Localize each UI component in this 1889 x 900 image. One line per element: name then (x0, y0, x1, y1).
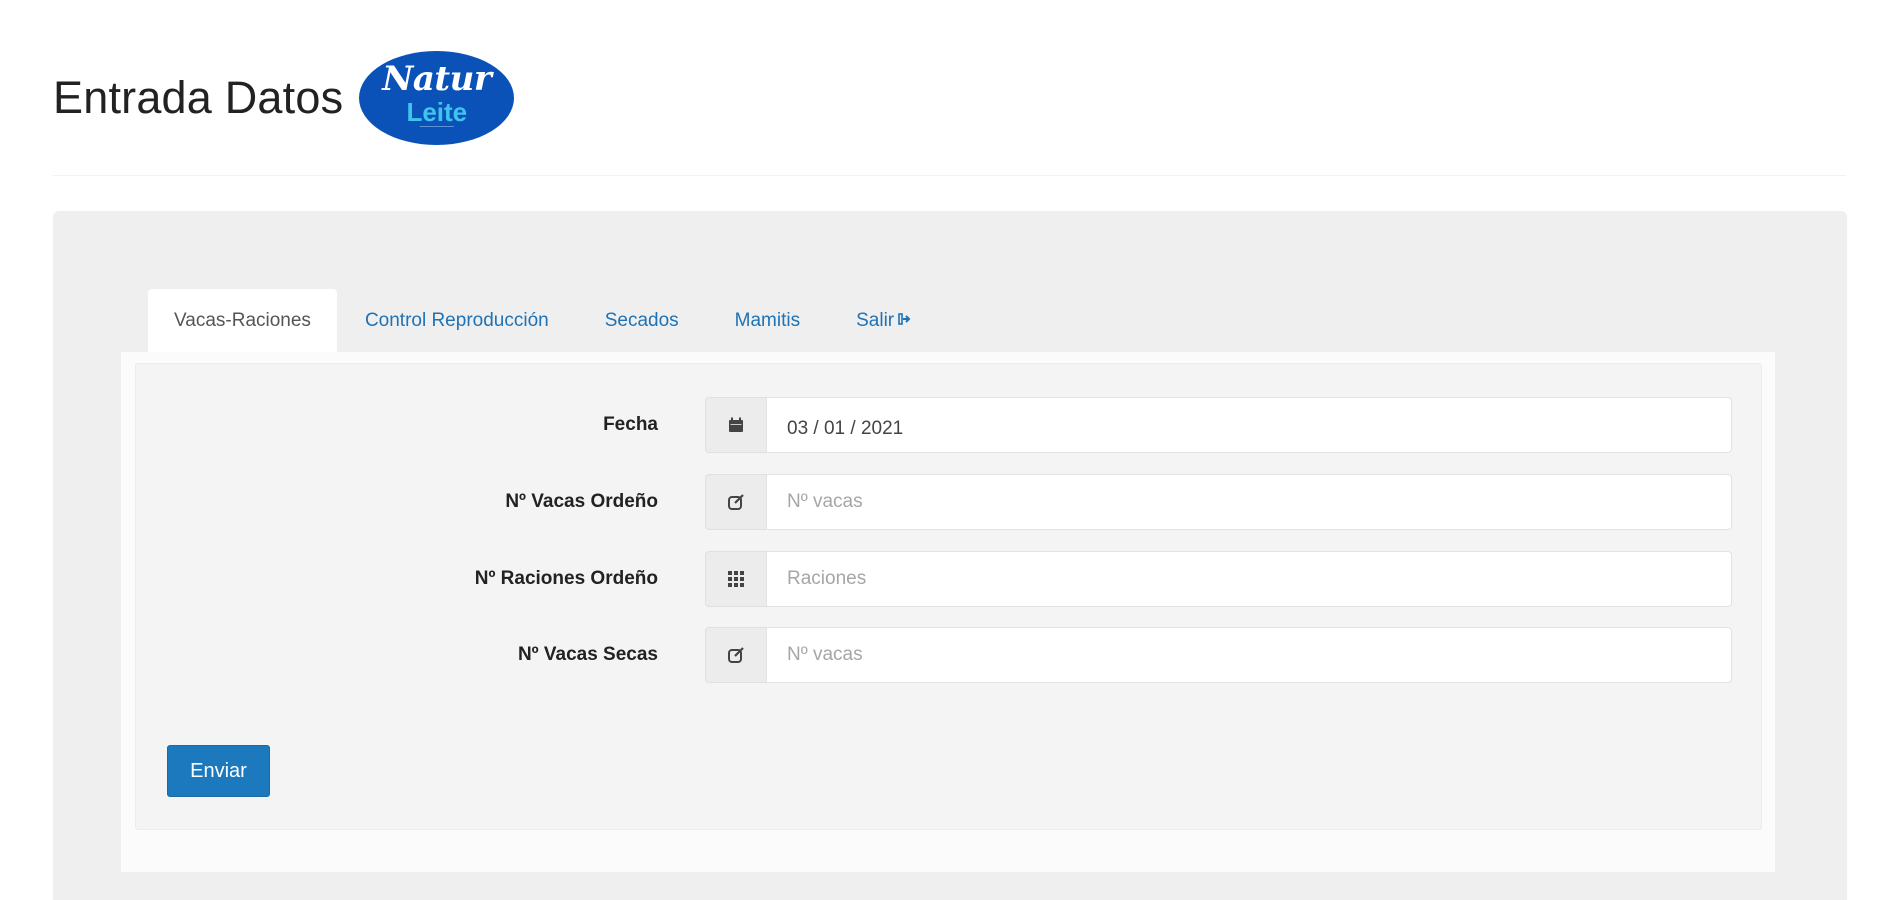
enviar-button[interactable]: Enviar (167, 745, 270, 797)
raciones-ordeno-input[interactable] (766, 551, 1732, 607)
logo-text-natur: Natur (382, 59, 492, 99)
header-divider (53, 175, 1846, 176)
tab-control-reproduccion[interactable]: Control Reproducción (337, 289, 577, 352)
raciones-ordeno-label: Nº Raciones Ordeño (474, 568, 658, 589)
form-row-raciones-ordeno: Nº Raciones Ordeño (135, 551, 1735, 607)
tab-bar: Vacas-Raciones Control Reproducción Seca… (148, 289, 940, 352)
page-header: Entrada Datos Natur Leite ──────── (53, 50, 515, 146)
sign-out-icon (898, 312, 912, 329)
vacas-secas-input[interactable] (766, 627, 1732, 683)
vacas-ordeno-label: Nº Vacas Ordeño (505, 491, 658, 512)
edit-icon (705, 627, 766, 683)
grid-icon (705, 551, 766, 607)
calendar-icon (705, 397, 766, 453)
naturleite-logo: Natur Leite ──────── (359, 51, 515, 145)
vacas-ordeno-input[interactable] (766, 474, 1732, 530)
page-title: Entrada Datos (53, 72, 344, 123)
tab-vacas-raciones[interactable]: Vacas-Raciones (148, 289, 337, 352)
form-row-vacas-ordeno: Nº Vacas Ordeño (135, 474, 1735, 530)
vacas-secas-label: Nº Vacas Secas (517, 644, 658, 665)
logo-subtext: ──────── (419, 124, 454, 130)
tab-salir[interactable]: Salir (828, 289, 940, 352)
tab-mamitis[interactable]: Mamitis (707, 289, 828, 352)
fecha-label: Fecha (603, 414, 658, 435)
tab-salir-label: Salir (856, 309, 895, 331)
form-row-vacas-secas: Nº Vacas Secas (135, 627, 1735, 683)
edit-icon (705, 474, 766, 530)
fecha-input[interactable] (766, 397, 1732, 453)
tab-secados[interactable]: Secados (577, 289, 707, 352)
form-row-fecha: Fecha (135, 397, 1735, 453)
